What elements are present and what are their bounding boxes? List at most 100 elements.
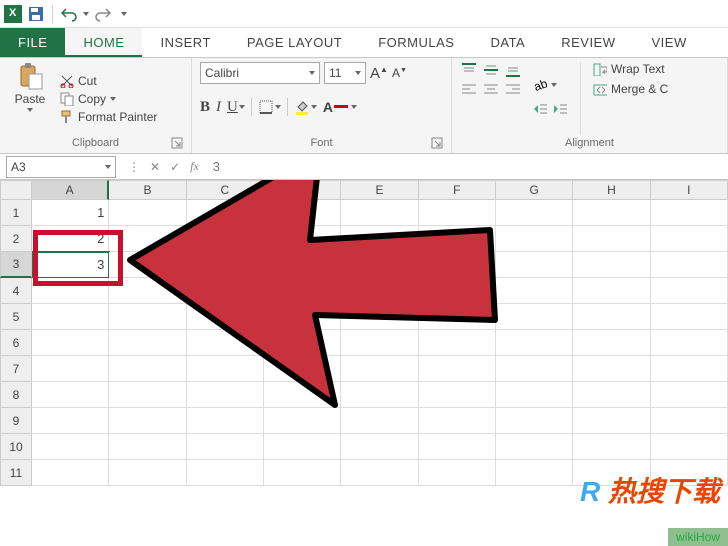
cut-button[interactable]: Cut [60, 74, 157, 88]
tab-formulas[interactable]: FORMULAS [360, 28, 472, 57]
cell[interactable] [419, 226, 496, 252]
row-header[interactable]: 5 [0, 304, 32, 330]
col-header[interactable]: F [419, 180, 496, 200]
font-launcher-icon[interactable] [431, 137, 443, 149]
cell[interactable] [419, 460, 496, 486]
orientation-button[interactable]: ab [532, 77, 568, 93]
cell[interactable] [419, 278, 496, 304]
cell[interactable] [264, 434, 341, 460]
cell[interactable]: 1 [32, 200, 109, 226]
cell[interactable] [264, 330, 341, 356]
cell[interactable] [651, 382, 728, 408]
col-header[interactable]: D [264, 180, 341, 200]
cell[interactable] [32, 304, 109, 330]
cell[interactable] [264, 252, 341, 278]
cell[interactable] [187, 356, 264, 382]
name-box[interactable]: A3 [6, 156, 116, 178]
cell[interactable] [187, 382, 264, 408]
cell[interactable]: 2 [32, 226, 109, 252]
italic-button[interactable]: I [216, 99, 221, 116]
row-header[interactable]: 8 [0, 382, 32, 408]
cell[interactable] [573, 434, 650, 460]
cell[interactable] [651, 278, 728, 304]
cell[interactable] [264, 460, 341, 486]
cell[interactable] [109, 408, 186, 434]
tab-data[interactable]: DATA [472, 28, 543, 57]
tab-file[interactable]: FILE [0, 28, 65, 57]
cell[interactable] [651, 226, 728, 252]
cell[interactable] [341, 408, 418, 434]
cell[interactable] [496, 252, 573, 278]
cell[interactable] [109, 356, 186, 382]
cell[interactable] [341, 356, 418, 382]
tab-insert[interactable]: INSERT [142, 28, 228, 57]
cell[interactable] [109, 434, 186, 460]
cell[interactable] [32, 330, 109, 356]
borders-button[interactable] [258, 99, 281, 115]
cell[interactable] [419, 356, 496, 382]
cell[interactable] [109, 382, 186, 408]
cell[interactable] [341, 226, 418, 252]
qat-customize-icon[interactable] [121, 12, 127, 16]
save-icon[interactable] [28, 6, 44, 22]
col-header[interactable]: G [496, 180, 573, 200]
cell[interactable] [187, 226, 264, 252]
cell[interactable] [496, 330, 573, 356]
cell[interactable] [32, 382, 109, 408]
cell[interactable] [496, 408, 573, 434]
cell[interactable] [496, 200, 573, 226]
cell[interactable] [264, 278, 341, 304]
col-header[interactable]: C [187, 180, 264, 200]
bold-button[interactable]: B [200, 99, 210, 116]
tab-view[interactable]: VIEW [634, 28, 705, 57]
cell[interactable] [341, 460, 418, 486]
cell[interactable] [187, 252, 264, 278]
cell[interactable]: 3 [32, 252, 109, 278]
cell[interactable] [264, 382, 341, 408]
cell[interactable] [264, 304, 341, 330]
cell[interactable] [187, 460, 264, 486]
cell[interactable] [32, 460, 109, 486]
cell[interactable] [187, 200, 264, 226]
cell[interactable] [341, 382, 418, 408]
cell[interactable] [32, 278, 109, 304]
cell[interactable] [651, 304, 728, 330]
cell[interactable] [341, 252, 418, 278]
align-middle-button[interactable] [482, 62, 502, 80]
align-right-button[interactable] [504, 82, 524, 100]
cell[interactable] [109, 330, 186, 356]
cell[interactable] [651, 200, 728, 226]
cell[interactable] [341, 200, 418, 226]
align-center-button[interactable] [482, 82, 502, 100]
font-color-button[interactable]: A [323, 99, 357, 115]
cell[interactable] [341, 304, 418, 330]
formula-input[interactable]: 3 [205, 159, 728, 174]
underline-button[interactable]: U [227, 99, 245, 116]
tab-page-layout[interactable]: PAGE LAYOUT [229, 28, 360, 57]
align-top-button[interactable] [460, 62, 480, 80]
row-header[interactable]: 6 [0, 330, 32, 356]
col-header[interactable]: H [573, 180, 650, 200]
row-header[interactable]: 7 [0, 356, 32, 382]
cell[interactable] [187, 434, 264, 460]
row-header[interactable]: 4 [0, 278, 32, 304]
cell[interactable] [573, 408, 650, 434]
cell[interactable] [651, 252, 728, 278]
select-all-corner[interactable] [0, 180, 32, 200]
cell[interactable] [109, 304, 186, 330]
merge-center-button[interactable]: Merge & C [593, 82, 668, 96]
cell[interactable] [264, 226, 341, 252]
cell[interactable] [32, 356, 109, 382]
cell[interactable] [264, 356, 341, 382]
cell[interactable] [341, 434, 418, 460]
cell[interactable] [109, 460, 186, 486]
undo-dropdown-icon[interactable] [83, 12, 89, 16]
align-bottom-button[interactable] [504, 62, 524, 80]
cell[interactable] [187, 330, 264, 356]
cell[interactable] [32, 434, 109, 460]
row-header[interactable]: 11 [0, 460, 32, 486]
cell[interactable] [496, 304, 573, 330]
fbar-menu-icon[interactable]: ⋮ [128, 160, 140, 174]
clipboard-launcher-icon[interactable] [171, 137, 183, 149]
row-header[interactable]: 10 [0, 434, 32, 460]
